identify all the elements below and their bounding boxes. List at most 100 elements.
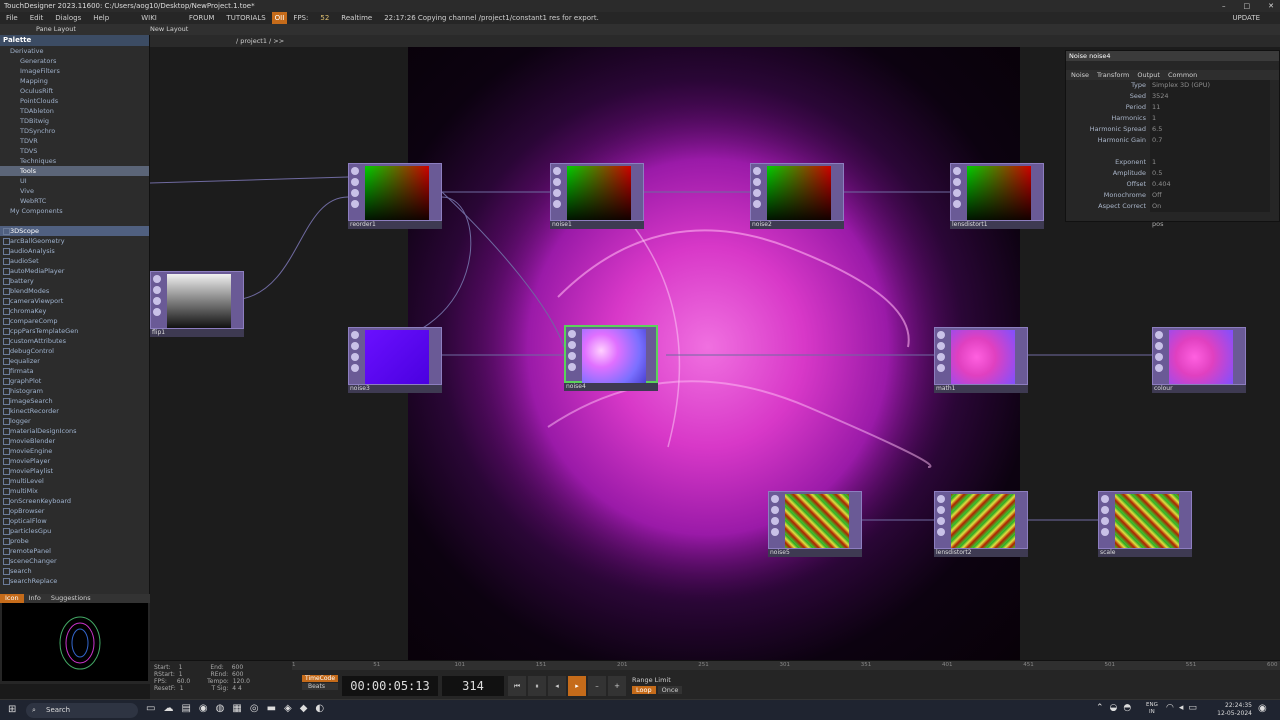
palette-folder[interactable]: My Components: [0, 206, 149, 216]
component-item[interactable]: multiLevel: [0, 476, 149, 486]
task-view-icon[interactable]: ▭: [146, 703, 155, 714]
param-value[interactable]: 0.404: [1150, 179, 1270, 190]
palette-folder[interactable]: WebRTC: [0, 196, 149, 206]
component-item[interactable]: compareComp: [0, 316, 149, 326]
component-item[interactable]: histogram: [0, 386, 149, 396]
wiki-link[interactable]: WIKI: [135, 12, 163, 24]
palette-folder[interactable]: Techniques: [0, 156, 149, 166]
param-value[interactable]: 0.5: [1150, 168, 1270, 179]
menu-file[interactable]: File: [0, 12, 24, 24]
close-button[interactable]: ✕: [1268, 0, 1274, 12]
tab-info[interactable]: Info: [24, 594, 46, 603]
component-item[interactable]: kinectRecorder: [0, 406, 149, 416]
node-noise2[interactable]: noise2: [750, 163, 844, 229]
component-item[interactable]: opBrowser: [0, 506, 149, 516]
component-item[interactable]: autoMediaPlayer: [0, 266, 149, 276]
component-item[interactable]: chromaKey: [0, 306, 149, 316]
node-noise5[interactable]: noise5: [768, 491, 862, 557]
param-value[interactable]: 1: [1150, 157, 1270, 168]
vscode-icon[interactable]: ◆: [300, 703, 308, 714]
timecode-display[interactable]: 00:00:05:13: [342, 676, 438, 696]
node-noise4[interactable]: noise4: [564, 325, 658, 391]
palette-folder[interactable]: OculusRift: [0, 86, 149, 96]
network-path[interactable]: / project1 / >>: [236, 37, 284, 45]
menu-edit[interactable]: Edit: [24, 12, 50, 24]
component-item[interactable]: particlesGpu: [0, 526, 149, 536]
language-indicator[interactable]: ENG IN: [1146, 702, 1158, 716]
component-item[interactable]: remotePanel: [0, 546, 149, 556]
tab-suggestions[interactable]: Suggestions: [46, 594, 96, 603]
component-item[interactable]: audioAnalysis: [0, 246, 149, 256]
skip-start-icon[interactable]: ⏮: [508, 676, 526, 696]
terminal-icon[interactable]: ▬: [267, 703, 276, 714]
param-value[interactable]: 6.5: [1150, 124, 1270, 135]
param-value[interactable]: 11: [1150, 102, 1270, 113]
tab-output[interactable]: Output: [1137, 70, 1160, 80]
node-lensdistort2[interactable]: lensdistort2: [934, 491, 1028, 557]
recorder-icon[interactable]: ◐: [315, 703, 324, 714]
palette-folder[interactable]: Generators: [0, 56, 149, 66]
timeline-ruler[interactable]: 1 51 101 151 201 251 301 351 401 451 501 551 600: [292, 661, 1280, 670]
palette-folder[interactable]: PointClouds: [0, 96, 149, 106]
param-value[interactable]: 0.7: [1150, 135, 1270, 146]
palette-folder[interactable]: TDVR: [0, 136, 149, 146]
palette-folder[interactable]: TDVS: [0, 146, 149, 156]
component-item[interactable]: moviePlayer: [0, 456, 149, 466]
palette-folder[interactable]: UI: [0, 176, 149, 186]
component-item[interactable]: graphPlot: [0, 376, 149, 386]
param-value[interactable]: 1: [1150, 113, 1270, 124]
volume-icon[interactable]: ◂: [1179, 703, 1184, 713]
maximize-button[interactable]: □: [1244, 0, 1251, 12]
beats-toggle[interactable]: Beats: [302, 683, 338, 690]
palette-folder[interactable]: ImageFilters: [0, 66, 149, 76]
firefox-icon[interactable]: ◍: [216, 703, 225, 714]
param-value[interactable]: 3524: [1150, 91, 1270, 102]
new-layout-button[interactable]: New Layout: [150, 24, 188, 35]
tab-transform[interactable]: Transform: [1097, 70, 1129, 80]
tray-app2-icon[interactable]: ◓: [1123, 703, 1131, 713]
play-icon[interactable]: ▸: [568, 676, 586, 696]
component-item[interactable]: movieEngine: [0, 446, 149, 456]
tab-common[interactable]: Common: [1168, 70, 1197, 80]
once-toggle[interactable]: Once: [657, 686, 683, 694]
component-item[interactable]: firmata: [0, 366, 149, 376]
tray-chevron-icon[interactable]: ⌃: [1096, 703, 1104, 713]
palette-folder[interactable]: TDAbleton: [0, 106, 149, 116]
step-back-icon[interactable]: ◂: [548, 676, 566, 696]
component-item[interactable]: searchReplace: [0, 576, 149, 586]
component-item[interactable]: equalizer: [0, 356, 149, 366]
param-value[interactable]: Simplex 3D (GPU): [1150, 80, 1270, 91]
component-item[interactable]: blendModes: [0, 286, 149, 296]
node-colour[interactable]: colour: [1152, 327, 1246, 393]
pane-layout-button[interactable]: Pane Layout: [36, 24, 76, 35]
tutorials-link[interactable]: TUTORIALS: [220, 12, 271, 24]
update-button[interactable]: UPDATE: [1226, 12, 1266, 24]
palette-folder[interactable]: TDSynchro: [0, 126, 149, 136]
component-item[interactable]: cppParsTemplateGen: [0, 326, 149, 336]
realtime-toggle[interactable]: Realtime: [335, 12, 378, 24]
node-noise3[interactable]: noise3: [348, 327, 442, 393]
explorer-icon[interactable]: ▤: [181, 703, 190, 714]
component-item[interactable]: battery: [0, 276, 149, 286]
oii-badge[interactable]: OII: [271, 12, 288, 24]
clock[interactable]: 22:24:35 12-05-2024: [1212, 702, 1252, 718]
node-reorder1[interactable]: reorder1: [348, 163, 442, 229]
component-item[interactable]: sceneChanger: [0, 556, 149, 566]
palette-folder[interactable]: Vive: [0, 186, 149, 196]
component-item[interactable]: search: [0, 566, 149, 576]
component-item[interactable]: 3DScope: [0, 226, 149, 236]
node-scale[interactable]: scale: [1098, 491, 1192, 557]
component-item[interactable]: cameraViewport: [0, 296, 149, 306]
tab-noise[interactable]: Noise: [1071, 70, 1089, 80]
notification-icon[interactable]: ◉: [1258, 703, 1267, 714]
component-item[interactable]: logger: [0, 416, 149, 426]
step-forward-icon[interactable]: –: [588, 676, 606, 696]
store-icon[interactable]: ▦: [232, 703, 241, 714]
palette-folder[interactable]: Mapping: [0, 76, 149, 86]
weather-icon[interactable]: ☁: [163, 703, 173, 714]
component-item[interactable]: probe: [0, 536, 149, 546]
battery-icon[interactable]: ▭: [1188, 703, 1197, 713]
forum-link[interactable]: FORUM: [183, 12, 221, 24]
component-item[interactable]: opticalFlow: [0, 516, 149, 526]
chrome-icon[interactable]: ◉: [199, 703, 208, 714]
